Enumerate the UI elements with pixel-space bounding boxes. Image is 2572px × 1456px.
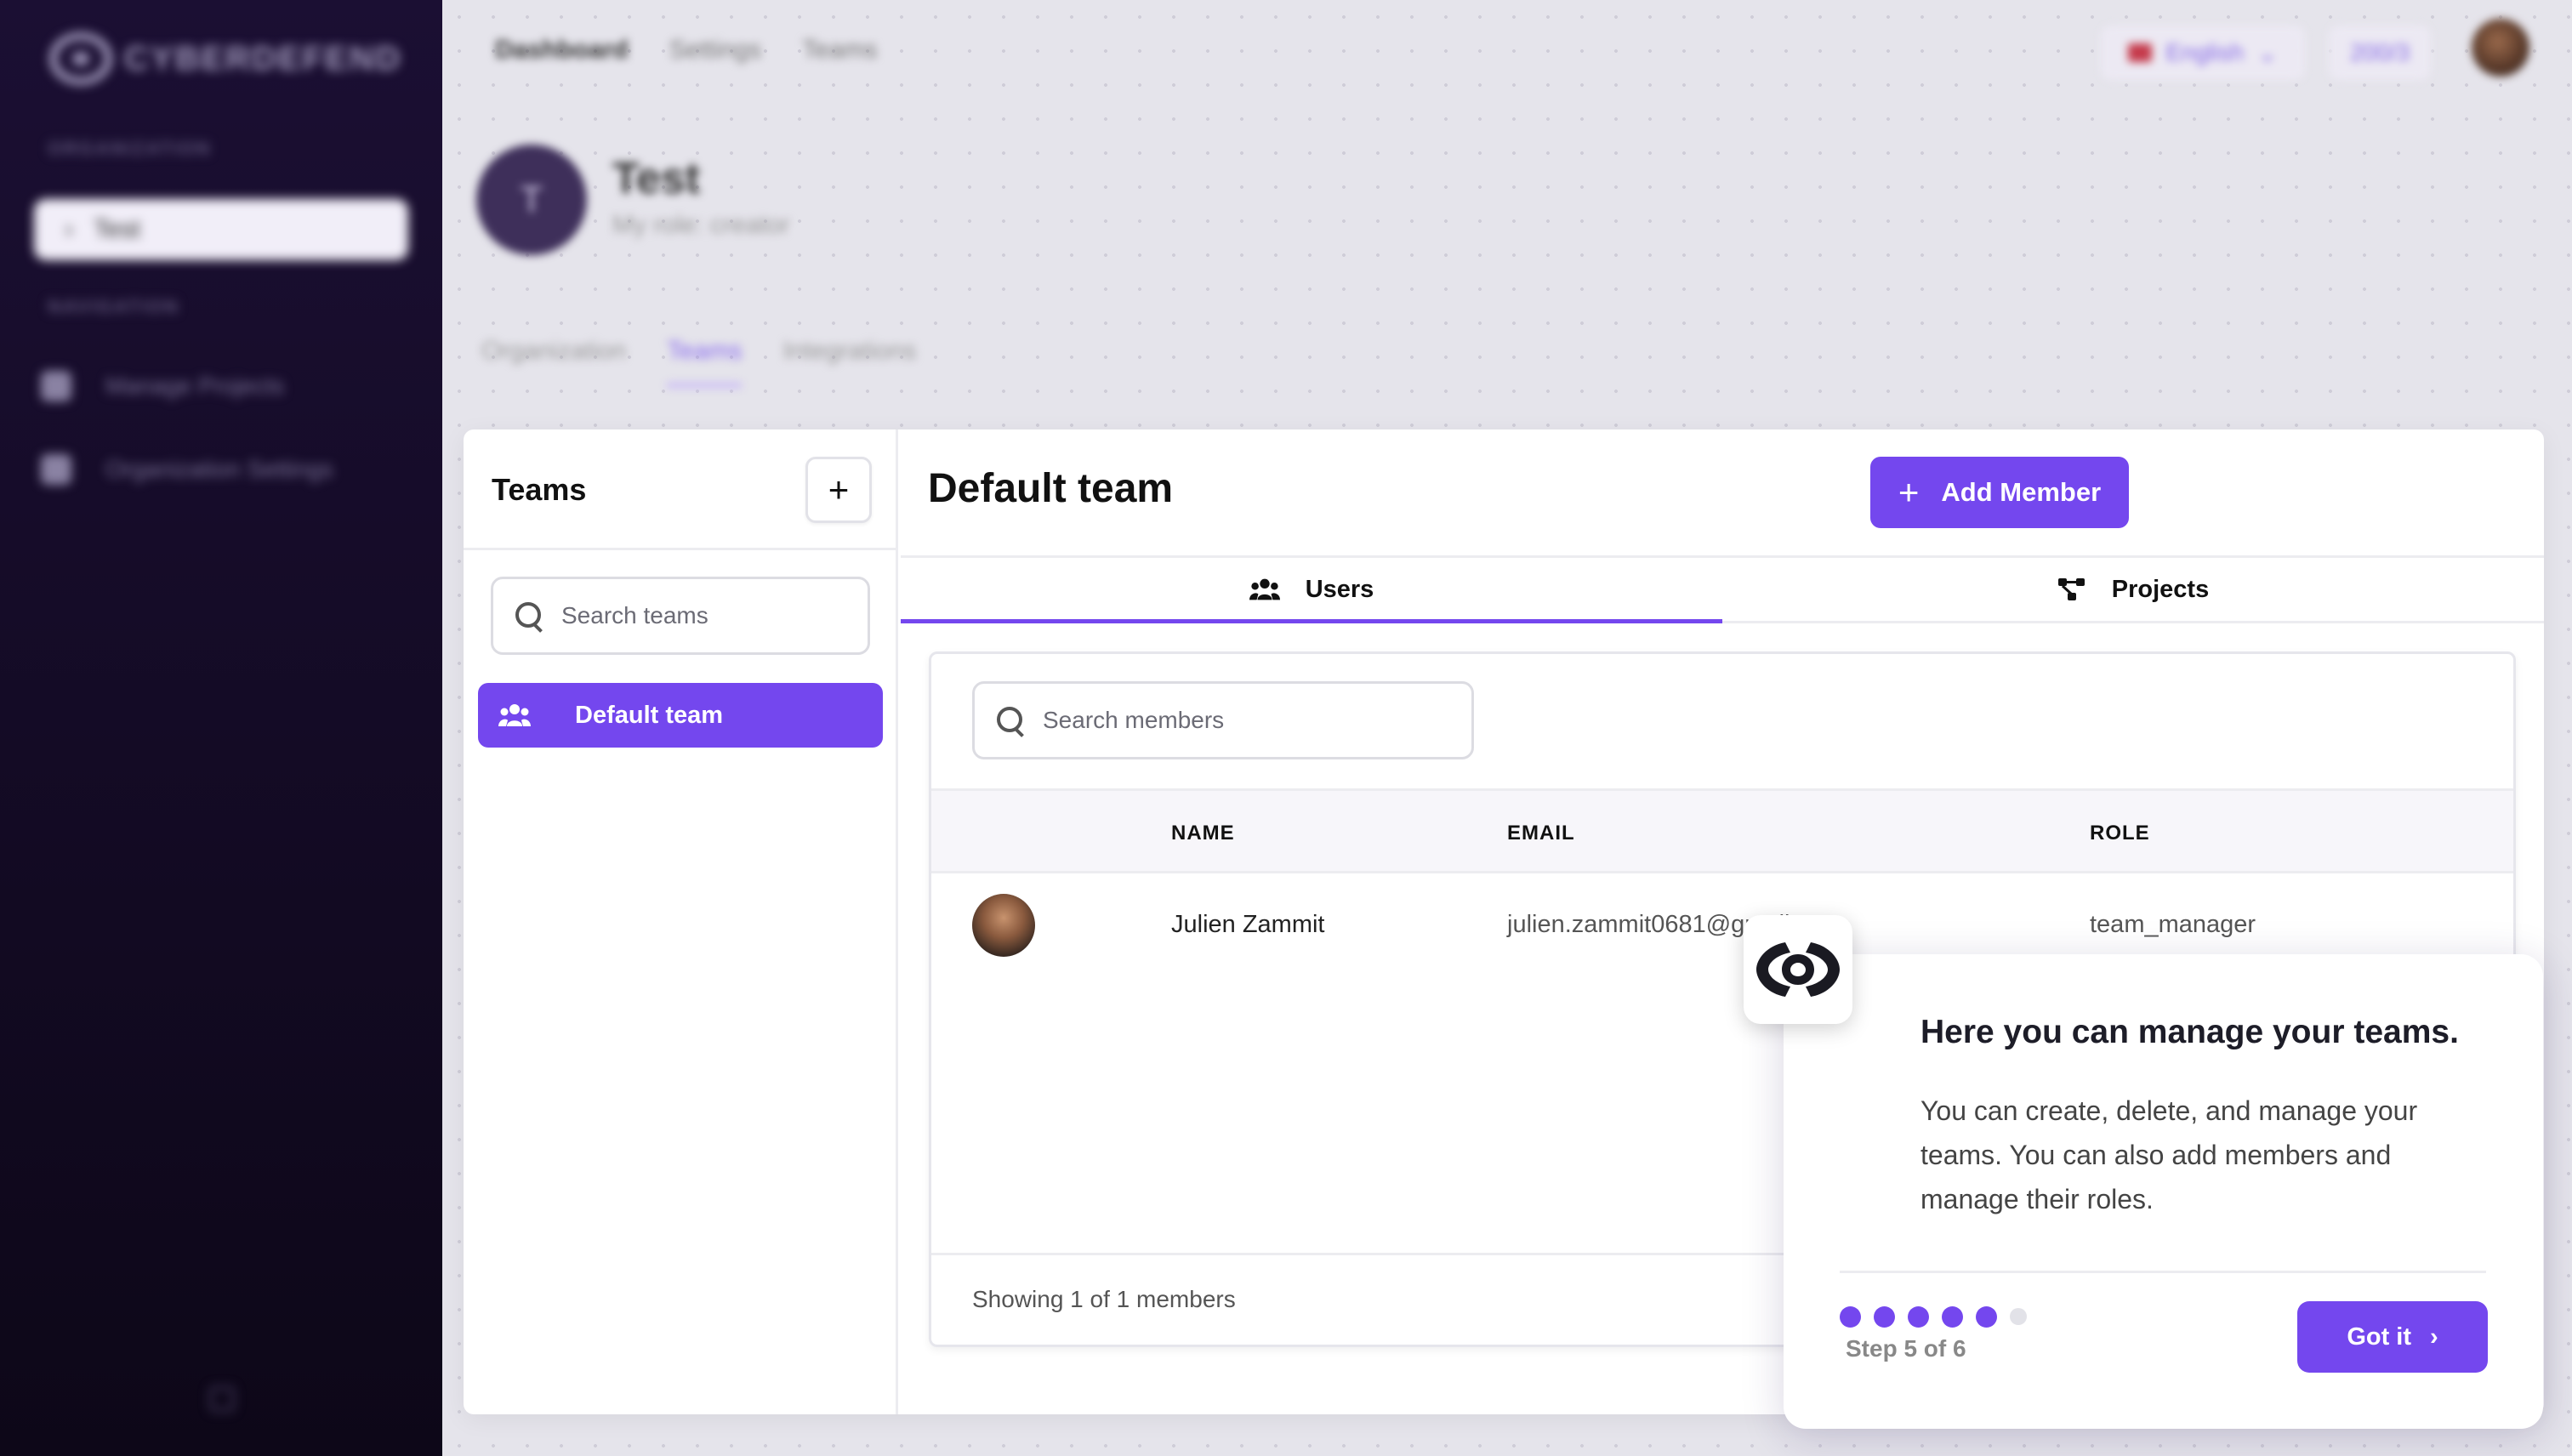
eye-logo-icon [49,32,112,85]
flag-icon [2128,43,2153,62]
sidebar: CYBERDEFEND ORGANIZATION › Test NAVIGATI… [0,0,442,1456]
tour-divider [1840,1271,2486,1273]
org-role: My role: creator [612,211,790,239]
chevron-right-icon: › [2430,1322,2438,1351]
shield-icon [41,454,71,485]
breadcrumb-item[interactable]: Dashboard [495,36,629,65]
tab-organization[interactable]: Organization [481,337,626,388]
got-it-label: Got it [2347,1322,2412,1351]
breadcrumb-item: Teams [802,36,878,64]
sidebar-item-organization-settings[interactable]: Organization Settings [41,454,333,485]
step-dot [2010,1308,2027,1325]
tour-body: You can create, delete, and manage your … [1920,1095,2418,1214]
project-diagram-icon [2057,578,2085,600]
filter-icon [41,371,71,401]
tour-title: Here you can manage your teams. [1920,1014,2459,1050]
collapse-sidebar-icon[interactable] [209,1386,235,1412]
sidebar-item-manage-projects[interactable]: Manage Projects [41,371,284,401]
sidebar-section-navigation: NAVIGATION [48,296,179,317]
chevron-right-icon: › [65,215,73,243]
got-it-button[interactable]: Got it › [2297,1301,2488,1373]
step-dot [1942,1306,1963,1328]
tab-integrations[interactable]: Integrations [782,337,916,388]
org-avatar: T [476,145,587,255]
users-group-icon [498,704,531,726]
brand-name: CYBERDEFEND [124,39,402,77]
chevron-down-icon: ⌄ [2257,39,2278,66]
teams-panel-title: Teams [492,472,587,507]
tab-projects[interactable]: Projects [1722,558,2544,621]
tour-progress-dots [1840,1306,2027,1328]
step-dot [1840,1306,1861,1328]
tab-projects-label: Projects [2111,575,2210,603]
page-tabs: Organization Teams Integrations [481,337,916,388]
teams-panel-header: Teams + [464,429,896,550]
member-role: team_manager [2090,911,2256,938]
column-header-role: ROLE [2090,822,2150,845]
tab-users-label: Users [1305,575,1374,603]
step-dot [1908,1306,1929,1328]
add-team-button[interactable]: + [805,457,872,523]
users-icon [1249,578,1280,600]
column-header-name: NAME [1171,822,1235,845]
column-header-email: EMAIL [1507,822,1575,845]
plus-icon: + [1898,472,1920,512]
add-member-label: Add Member [1941,477,2102,507]
search-icon [515,602,543,629]
breadcrumb-item[interactable]: Settings [669,36,761,65]
search-members-box[interactable] [972,681,1474,759]
step-dot [1976,1306,1997,1328]
org-name: Test [612,154,701,203]
sidebar-org-selector[interactable]: › Test [34,199,408,260]
tab-users[interactable]: Users [901,558,1722,623]
team-item-default[interactable]: Default team [478,683,883,748]
member-avatar [972,894,1035,957]
search-icon [997,707,1024,734]
cyberdefend-logo-icon [1744,915,1852,1024]
member-name: Julien Zammit [1171,911,1325,938]
step-dot [1874,1306,1895,1328]
language-label: English [2165,39,2245,65]
team-item-label: Default team [575,701,724,729]
language-selector[interactable]: English ⌄ [2101,26,2305,80]
breadcrumb: Dashboard Settings Teams [495,36,877,65]
add-member-button[interactable]: + Add Member [1870,457,2129,528]
search-teams-box[interactable] [491,577,870,655]
search-teams-input[interactable] [561,602,823,629]
tour-step-text: Step 5 of 6 [1846,1335,1966,1362]
teams-panel: Teams + Default team [464,429,898,1414]
sidebar-org-label: Test [94,215,141,243]
sidebar-item-label: Organization Settings [105,456,333,482]
credits-badge[interactable]: 200/3 [2329,26,2431,80]
sidebar-section-organization: ORGANIZATION [48,138,212,159]
sidebar-item-label: Manage Projects [105,373,285,399]
members-count-text: Showing 1 of 1 members [972,1286,1236,1312]
brand-logo: CYBERDEFEND [49,32,401,85]
onboarding-tour-popover: Here you can manage your teams. You can … [1784,954,2543,1429]
eye-logo-icon [1756,942,1840,997]
detail-tabs: Users Projects [901,555,2544,623]
search-members-input[interactable] [1043,707,1391,734]
user-avatar[interactable] [2472,19,2529,77]
tab-teams[interactable]: Teams [667,337,743,388]
table-header: NAME EMAIL ROLE [931,788,2513,873]
team-title: Default team [928,466,1174,511]
